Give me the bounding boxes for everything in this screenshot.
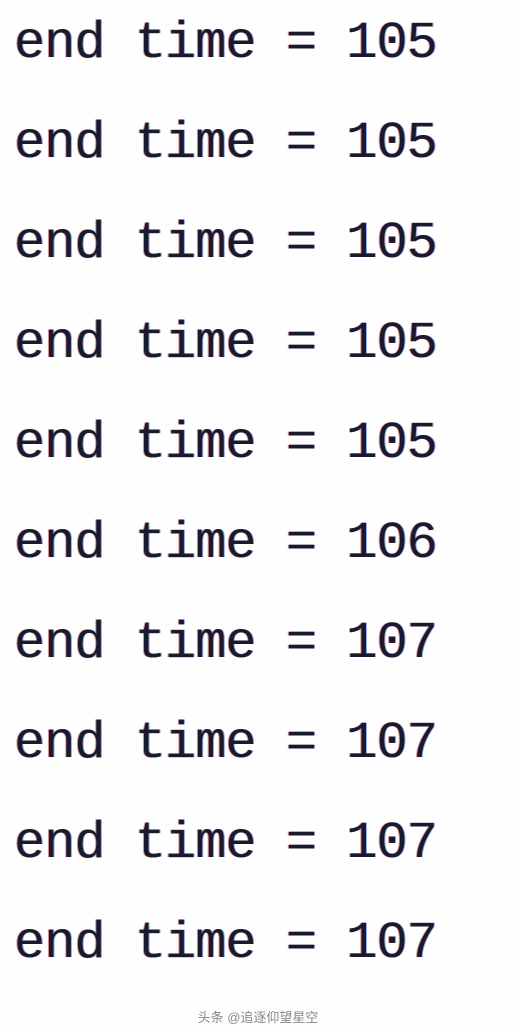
output-line: end time = 107 [14,818,502,870]
output-line: end time = 105 [14,318,502,370]
output-line: end time = 105 [14,418,502,470]
output-line: end time = 107 [14,918,502,970]
output-line: end time = 105 [14,118,502,170]
footer-attribution: 头条 @追逐仰望星空 [198,1007,319,1026]
output-line: end time = 107 [14,618,502,670]
output-line: end time = 105 [14,18,502,70]
output-line: end time = 106 [14,518,502,570]
output-line: end time = 107 [14,718,502,770]
output-line: end time = 105 [14,218,502,270]
